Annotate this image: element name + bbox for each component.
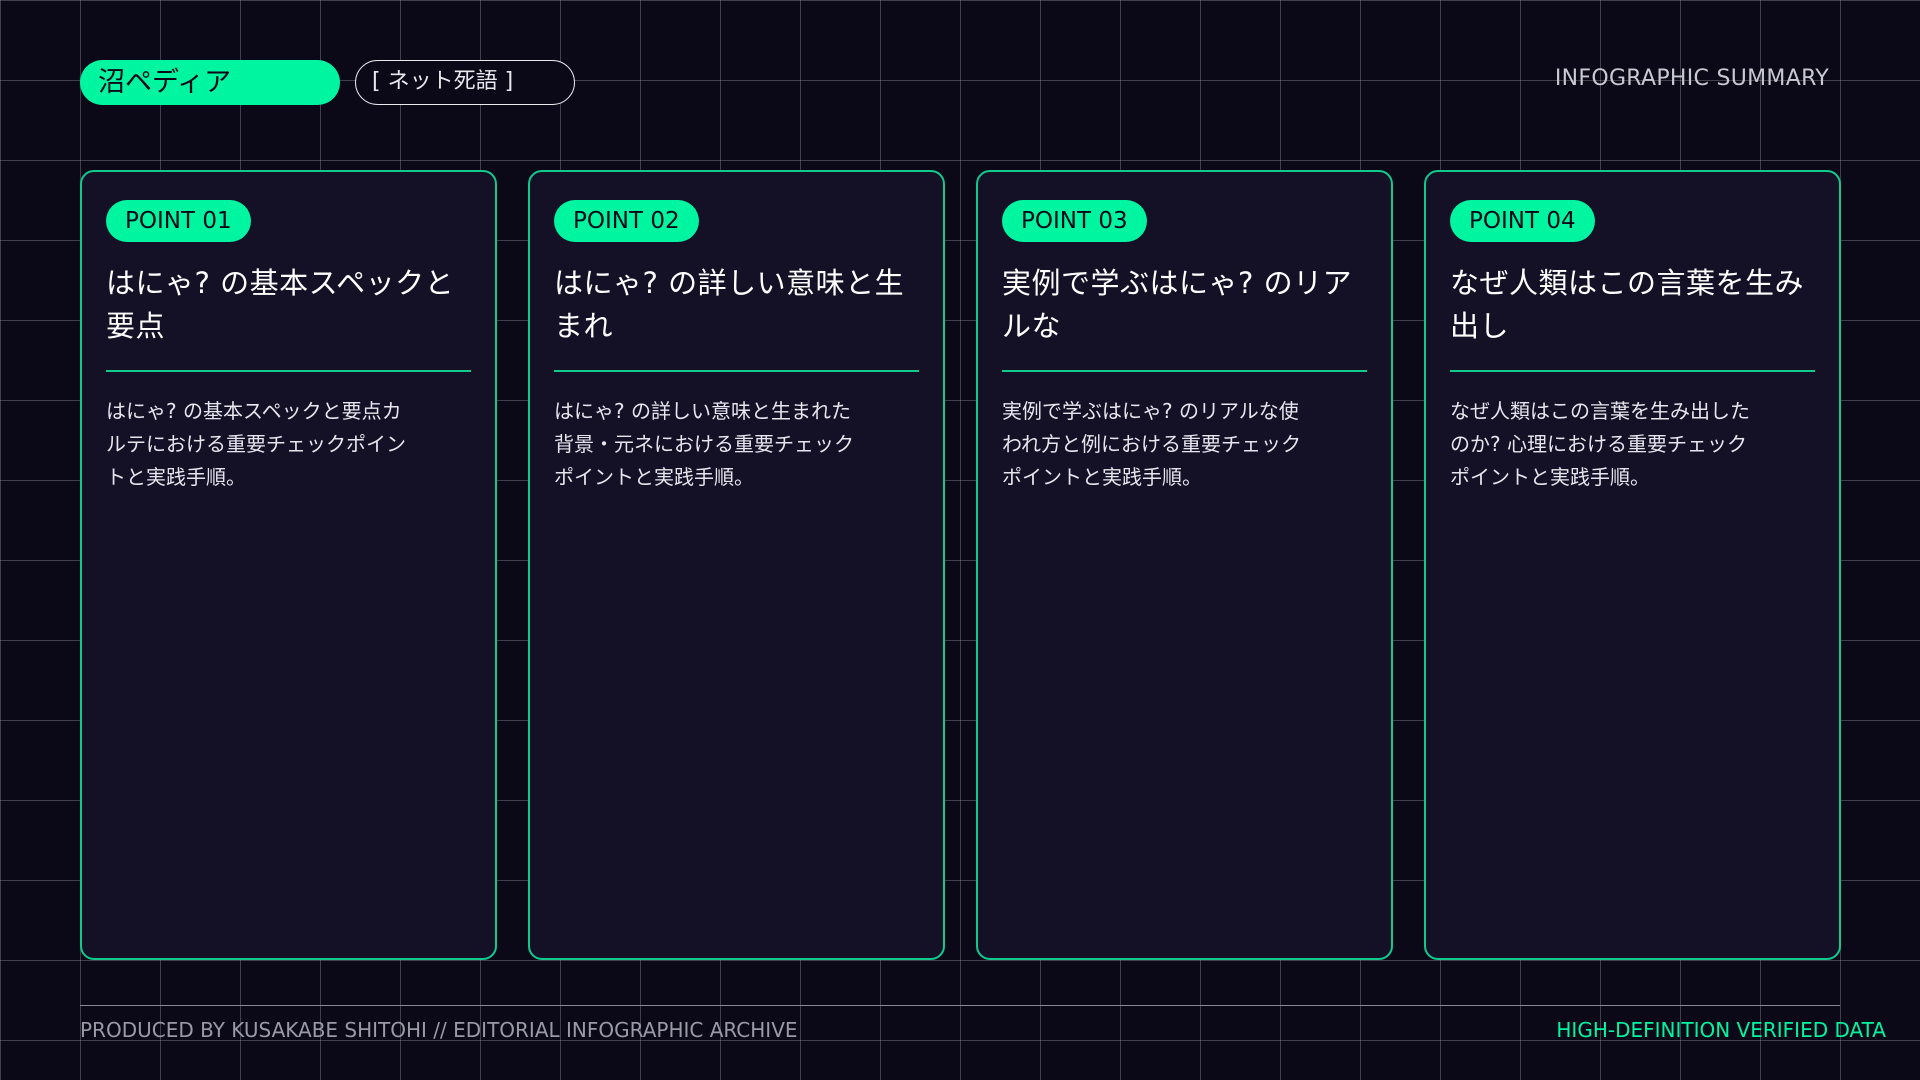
- category-tag: [ ネット死語 ]: [355, 60, 575, 105]
- summary-label: INFOGRAPHIC SUMMARY: [1554, 66, 1829, 91]
- point-badge: POINT 04: [1450, 200, 1595, 242]
- point-card-2: POINT 02 はにゃ? の詳しい意味と生まれ はにゃ? の詳しい意味と生まれ…: [528, 170, 945, 960]
- footer-divider: [80, 1005, 1840, 1006]
- points-container: POINT 01 はにゃ? の基本スペックと要点 はにゃ? の基本スペックと要点…: [80, 170, 1841, 960]
- point-title: はにゃ? の詳しい意味と生まれ: [554, 266, 905, 343]
- point-card-3: POINT 03 実例で学ぶはにゃ? のリアルな 実例で学ぶはにゃ? のリアルな…: [976, 170, 1393, 960]
- divider: [554, 370, 919, 372]
- point-title: 実例で学ぶはにゃ? のリアルな: [1002, 266, 1353, 343]
- divider: [1002, 370, 1367, 372]
- divider: [106, 370, 471, 372]
- point-description: はにゃ? の詳しい意味と生まれた背景・元ネにおける重要チェックポイントと実践手順…: [554, 399, 854, 489]
- point-description: 実例で学ぶはにゃ? のリアルな使われ方と例における重要チェックポイントと実践手順…: [1002, 399, 1301, 489]
- point-card-4: POINT 04 なぜ人類はこの言葉を生み出し なぜ人類はこの言葉を生み出したの…: [1424, 170, 1841, 960]
- point-description: なぜ人類はこの言葉を生み出したのか? 心理における重要チェックポイントと実践手順…: [1450, 399, 1750, 489]
- point-badge: POINT 02: [554, 200, 699, 242]
- point-title: なぜ人類はこの言葉を生み出し: [1450, 266, 1805, 343]
- footer-verified-label: HIGH-DEFINITION VERIFIED DATA: [1556, 1018, 1886, 1042]
- divider: [1450, 370, 1815, 372]
- point-badge: POINT 01: [106, 200, 251, 242]
- infographic-page: 沼ペディア [ ネット死語 ] INFOGRAPHIC SUMMARY POIN…: [0, 0, 1920, 1080]
- footer-credit: PRODUCED BY KUSAKABE SHITOHI // EDITORIA…: [80, 1018, 798, 1042]
- point-title: はにゃ? の基本スペックと要点: [106, 266, 455, 343]
- point-card-1: POINT 01 はにゃ? の基本スペックと要点 はにゃ? の基本スペックと要点…: [80, 170, 497, 960]
- point-description: はにゃ? の基本スペックと要点カルテにおける重要チェックポイントと実践手順。: [106, 399, 406, 489]
- point-badge: POINT 03: [1002, 200, 1147, 242]
- brand-badge: 沼ペディア: [80, 60, 340, 105]
